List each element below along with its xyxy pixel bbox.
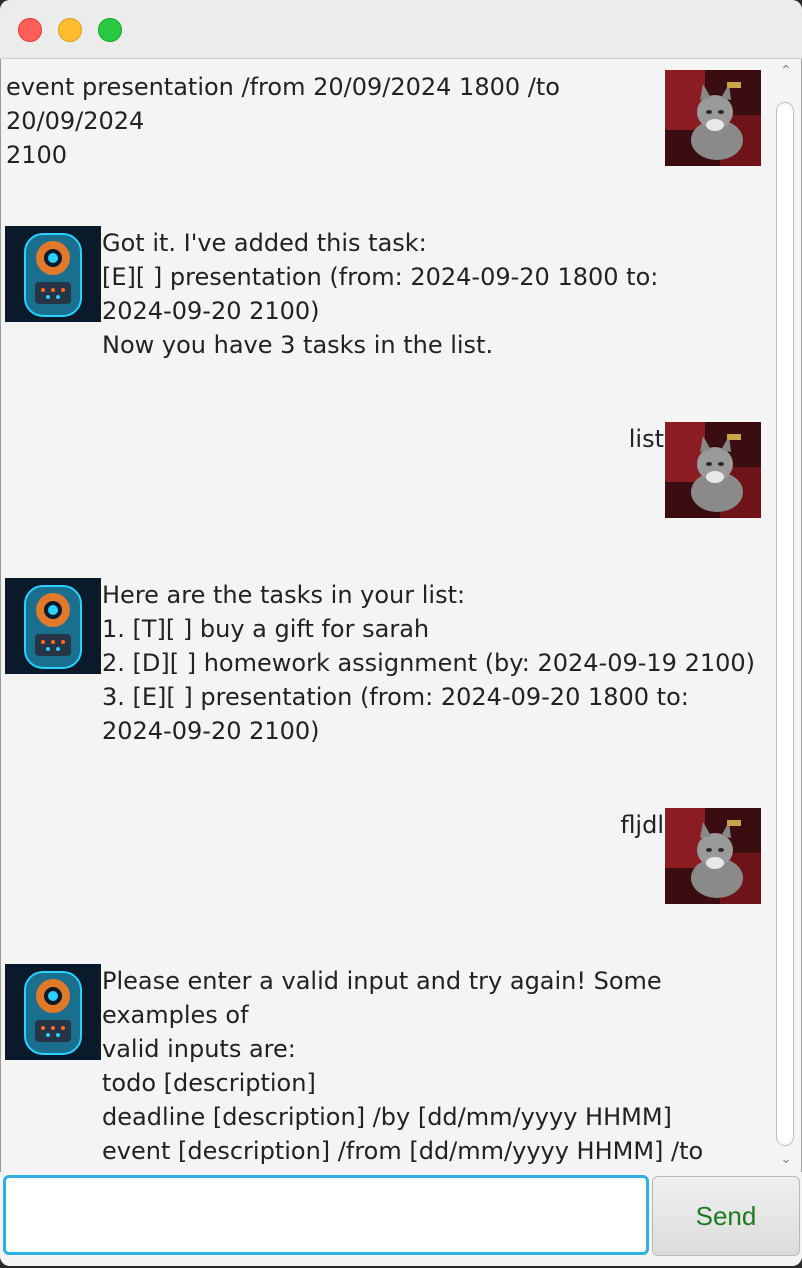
input-bar: Send xyxy=(0,1172,802,1266)
user-message-text: fljdl xyxy=(620,811,664,839)
user-avatar-cat-icon xyxy=(665,808,761,904)
minimize-window-button[interactable] xyxy=(58,18,82,42)
dialog-scroll-pane[interactable]: event presentation /from 20/09/2024 1800… xyxy=(2,60,772,1170)
scroll-up-arrow-icon[interactable]: ⌃ xyxy=(778,64,794,78)
bot-message-text: Got it. I've added this task: [E][ ] pre… xyxy=(102,229,659,359)
scrollbar-thumb[interactable] xyxy=(776,102,794,1146)
user-message-text: event presentation /from 20/09/2024 1800… xyxy=(6,73,560,169)
bot-avatar-robot-icon xyxy=(5,226,101,322)
maximize-window-button[interactable] xyxy=(98,18,122,42)
bot-message-text: Please enter a valid input and try again… xyxy=(102,967,704,1165)
user-message-text: list xyxy=(628,425,664,453)
vertical-scrollbar[interactable]: ⌃ ⌄ xyxy=(772,60,800,1170)
user-avatar-cat-icon xyxy=(665,70,761,166)
bot-avatar-robot-icon xyxy=(5,578,101,674)
message-input[interactable] xyxy=(3,1175,649,1255)
send-button[interactable]: Send xyxy=(652,1176,800,1256)
bot-avatar-robot-icon xyxy=(5,964,101,1060)
bot-message-text: Here are the tasks in your list: 1. [T][… xyxy=(102,581,756,745)
scroll-down-arrow-icon[interactable]: ⌄ xyxy=(778,1152,794,1166)
user-avatar-cat-icon xyxy=(665,422,761,518)
close-window-button[interactable] xyxy=(18,18,42,42)
app-window: event presentation /from 20/09/2024 1800… xyxy=(0,0,802,1266)
title-bar xyxy=(0,0,802,59)
